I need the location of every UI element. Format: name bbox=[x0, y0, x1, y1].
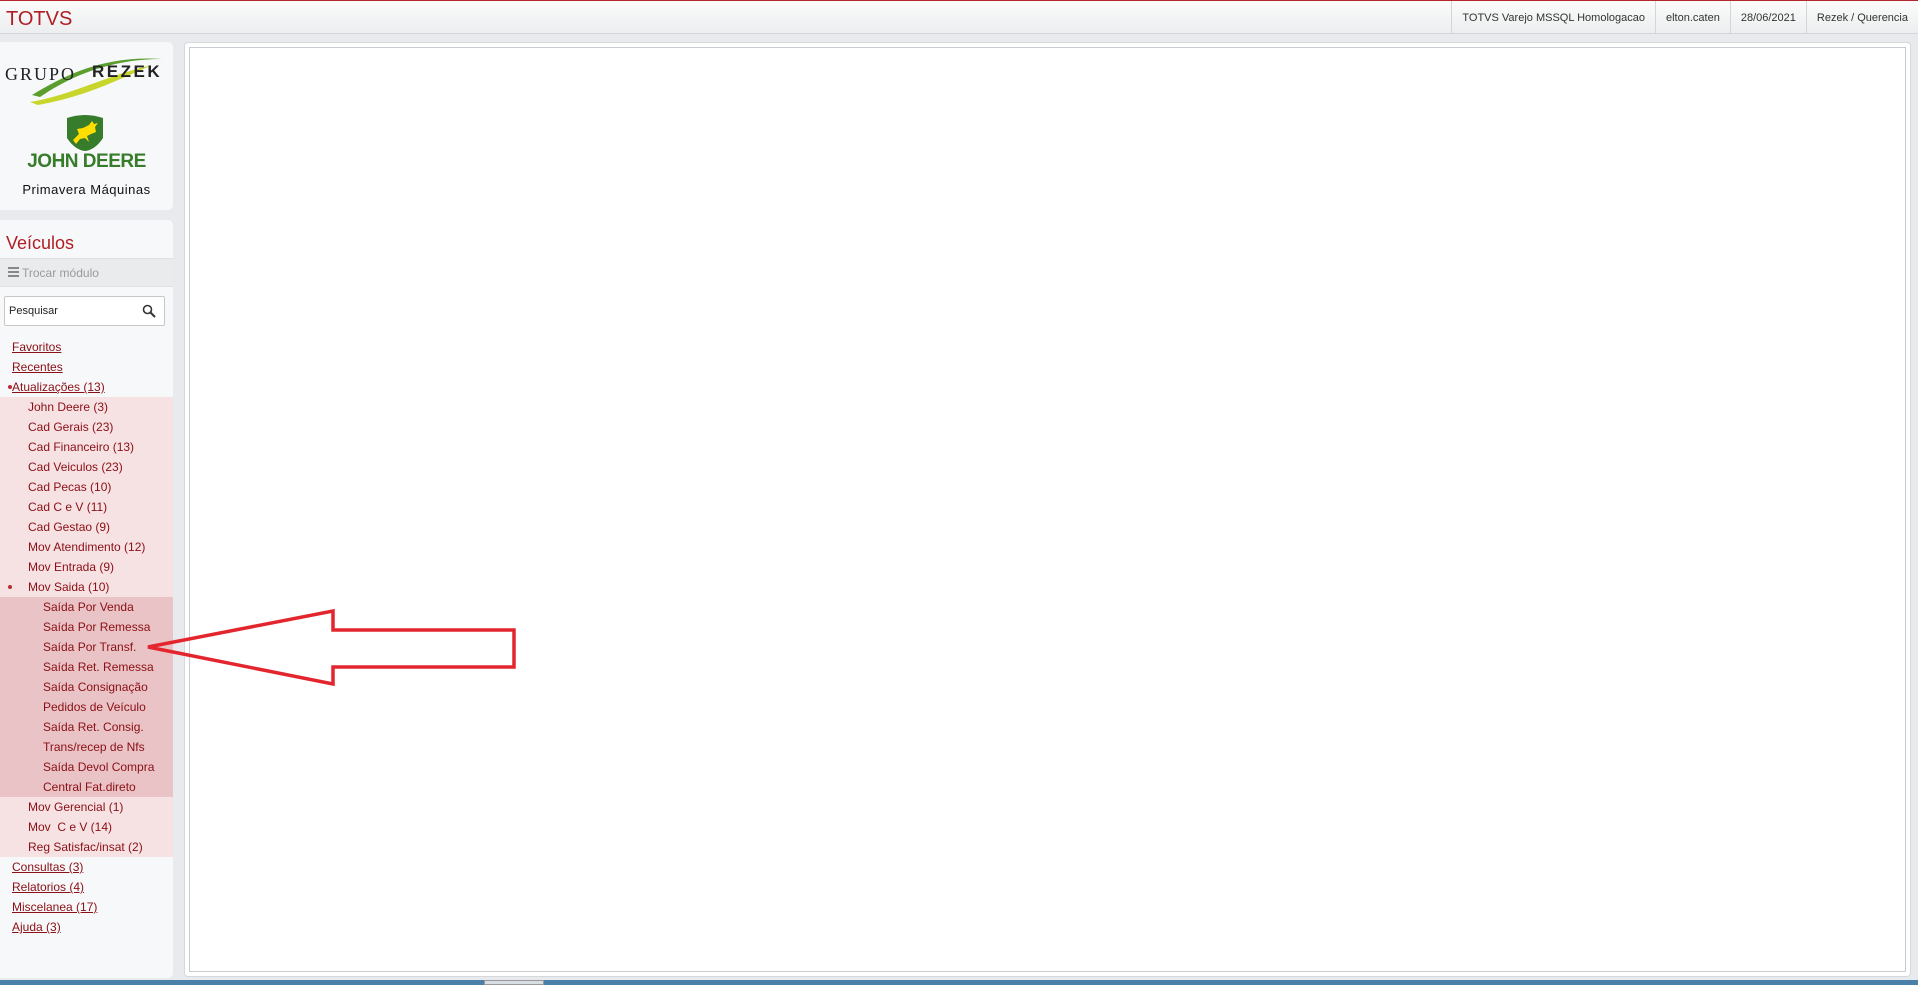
date-label: 28/06/2021 bbox=[1729, 1, 1806, 34]
hamburger-icon bbox=[8, 267, 19, 277]
submenu-item[interactable]: Mov Atendimento (12) bbox=[0, 537, 173, 557]
search-input[interactable] bbox=[9, 303, 129, 319]
leaf-item[interactable]: Saída Ret. Consig. bbox=[0, 717, 173, 737]
submenu-item[interactable]: Reg Satisfac/insat (2) bbox=[0, 837, 173, 857]
menu-item-label: Consultas (3) bbox=[12, 860, 84, 874]
john-deere-wordmark: JOHN DEERE bbox=[27, 151, 146, 172]
submenu-item[interactable]: Cad Gerais (23) bbox=[0, 417, 173, 437]
submenu-item-label: John Deere (3) bbox=[28, 400, 109, 414]
menu-item-miscelanea[interactable]: Miscelanea (17) bbox=[0, 897, 173, 917]
sidebar-menu: Veículos Trocar módulo Favoritos Recente… bbox=[0, 220, 173, 978]
taskbar-tab[interactable] bbox=[484, 980, 544, 985]
leaf-item-label: Pedidos de Veículo bbox=[43, 700, 146, 714]
leaf-item-label: Saída Por Venda bbox=[43, 600, 134, 614]
dealer-name: Primavera Máquinas bbox=[22, 182, 151, 197]
submenu-item-label: Cad Veiculos (23) bbox=[28, 460, 123, 474]
submenu-item-label: Cad C e V (11) bbox=[28, 500, 108, 514]
menu-item-label: Favoritos bbox=[12, 340, 62, 354]
submenu-item-label: Cad Gestao (9) bbox=[28, 520, 111, 534]
leaf-item-label: Saída Por Transf. bbox=[43, 640, 137, 654]
menu-item-relatorios[interactable]: Relatorios (4) bbox=[0, 877, 173, 897]
content-frame bbox=[189, 47, 1906, 972]
leaf-item-label: Saída Ret. Remessa bbox=[43, 660, 154, 674]
menu-item-favoritos[interactable]: Favoritos bbox=[0, 337, 173, 357]
switch-module-button[interactable]: Trocar módulo bbox=[0, 258, 173, 287]
leaf-item[interactable]: Central Fat.direto bbox=[0, 777, 173, 797]
environment-label: TOTVS Varejo MSSQL Homologacao bbox=[1451, 1, 1655, 34]
menu-search bbox=[4, 296, 165, 326]
menu-item-label: Relatorios (4) bbox=[12, 880, 85, 894]
leaf-item[interactable]: Pedidos de Veículo bbox=[0, 697, 173, 717]
leaf-item[interactable]: Saída Devol Compra bbox=[0, 757, 173, 777]
submenu-item-label: Reg Satisfac/insat (2) bbox=[28, 840, 143, 854]
company-label: Rezek / Querencia bbox=[1805, 1, 1918, 34]
menu-item-atualizacoes[interactable]: Atualizações (13) bbox=[0, 377, 173, 397]
submenu-item[interactable]: John Deere (3) bbox=[0, 397, 173, 417]
menu-item-label: Atualizações (13) bbox=[12, 380, 105, 394]
submenu-item[interactable]: Mov C e V (14) bbox=[0, 817, 173, 837]
submenu-item[interactable]: Cad Veiculos (23) bbox=[0, 457, 173, 477]
main-content-area bbox=[184, 42, 1911, 977]
submenu-item-mov-saida[interactable]: Mov Saida (10) bbox=[0, 577, 173, 597]
taskbar-strip bbox=[0, 980, 1918, 985]
session-info: TOTVS Varejo MSSQL Homologacao elton.cat… bbox=[1451, 1, 1918, 34]
leaf-item-label: Saída Ret. Consig. bbox=[43, 720, 144, 734]
submenu-item[interactable]: Mov Gerencial (1) bbox=[0, 797, 173, 817]
expanded-dot-icon bbox=[8, 385, 12, 389]
menu-item-recentes[interactable]: Recentes bbox=[0, 357, 173, 377]
submenu-item-label: Mov Saida (10) bbox=[28, 580, 110, 594]
leaf-item-label: Saída Por Remessa bbox=[43, 620, 151, 634]
leaf-item-label: Central Fat.direto bbox=[43, 780, 136, 794]
menu-item-label: Recentes bbox=[12, 360, 63, 374]
menu-item-ajuda[interactable]: Ajuda (3) bbox=[0, 917, 173, 937]
leaf-item-label: Trans/recep de Nfs bbox=[43, 740, 145, 754]
leaf-item[interactable]: Trans/recep de Nfs bbox=[0, 737, 173, 757]
john-deere-deer-icon bbox=[67, 115, 103, 151]
company-logo-panel: GRUPO REZEK JOHN DEERE Primavera Máquina… bbox=[0, 42, 173, 210]
submenu-item-label: Cad Financeiro (13) bbox=[28, 440, 135, 454]
submenu-item-label: Cad Pecas (10) bbox=[28, 480, 112, 494]
submenu-item-label: Mov Atendimento (12) bbox=[28, 540, 146, 554]
submenu-item-label: Mov Gerencial (1) bbox=[28, 800, 124, 814]
submenu-item-label: Mov C e V (14) bbox=[28, 820, 113, 834]
leaf-item-label: Saída Devol Compra bbox=[43, 760, 155, 774]
top-bar: TOTVS TOTVS Varejo MSSQL Homologacao elt… bbox=[0, 0, 1918, 34]
menu-item-consultas[interactable]: Consultas (3) bbox=[0, 857, 173, 877]
expanded-dot-icon bbox=[8, 585, 12, 589]
annotation-arrow-icon bbox=[147, 608, 516, 686]
submenu-item[interactable]: Cad Financeiro (13) bbox=[0, 437, 173, 457]
submenu-item-label: Mov Entrada (9) bbox=[28, 560, 115, 574]
rezek-wordmark: REZEK bbox=[92, 62, 163, 81]
module-title: Veículos bbox=[6, 233, 75, 253]
switch-module-label: Trocar módulo bbox=[22, 266, 99, 280]
leaf-item-label: Saída Consignação bbox=[43, 680, 148, 694]
submenu-item[interactable]: Mov Entrada (9) bbox=[0, 557, 173, 577]
submenu-item[interactable]: Cad Pecas (10) bbox=[0, 477, 173, 497]
submenu-item[interactable]: Cad C e V (11) bbox=[0, 497, 173, 517]
submenu-item[interactable]: Cad Gestao (9) bbox=[0, 517, 173, 537]
menu-item-label: Ajuda (3) bbox=[12, 920, 61, 934]
submenu-item-label: Cad Gerais (23) bbox=[28, 420, 114, 434]
user-label: elton.caten bbox=[1655, 1, 1730, 34]
app-brand: TOTVS bbox=[6, 8, 73, 30]
menu-item-label: Miscelanea (17) bbox=[12, 900, 98, 914]
grupo-wordmark: GRUPO bbox=[5, 64, 77, 84]
search-icon[interactable] bbox=[142, 304, 156, 318]
